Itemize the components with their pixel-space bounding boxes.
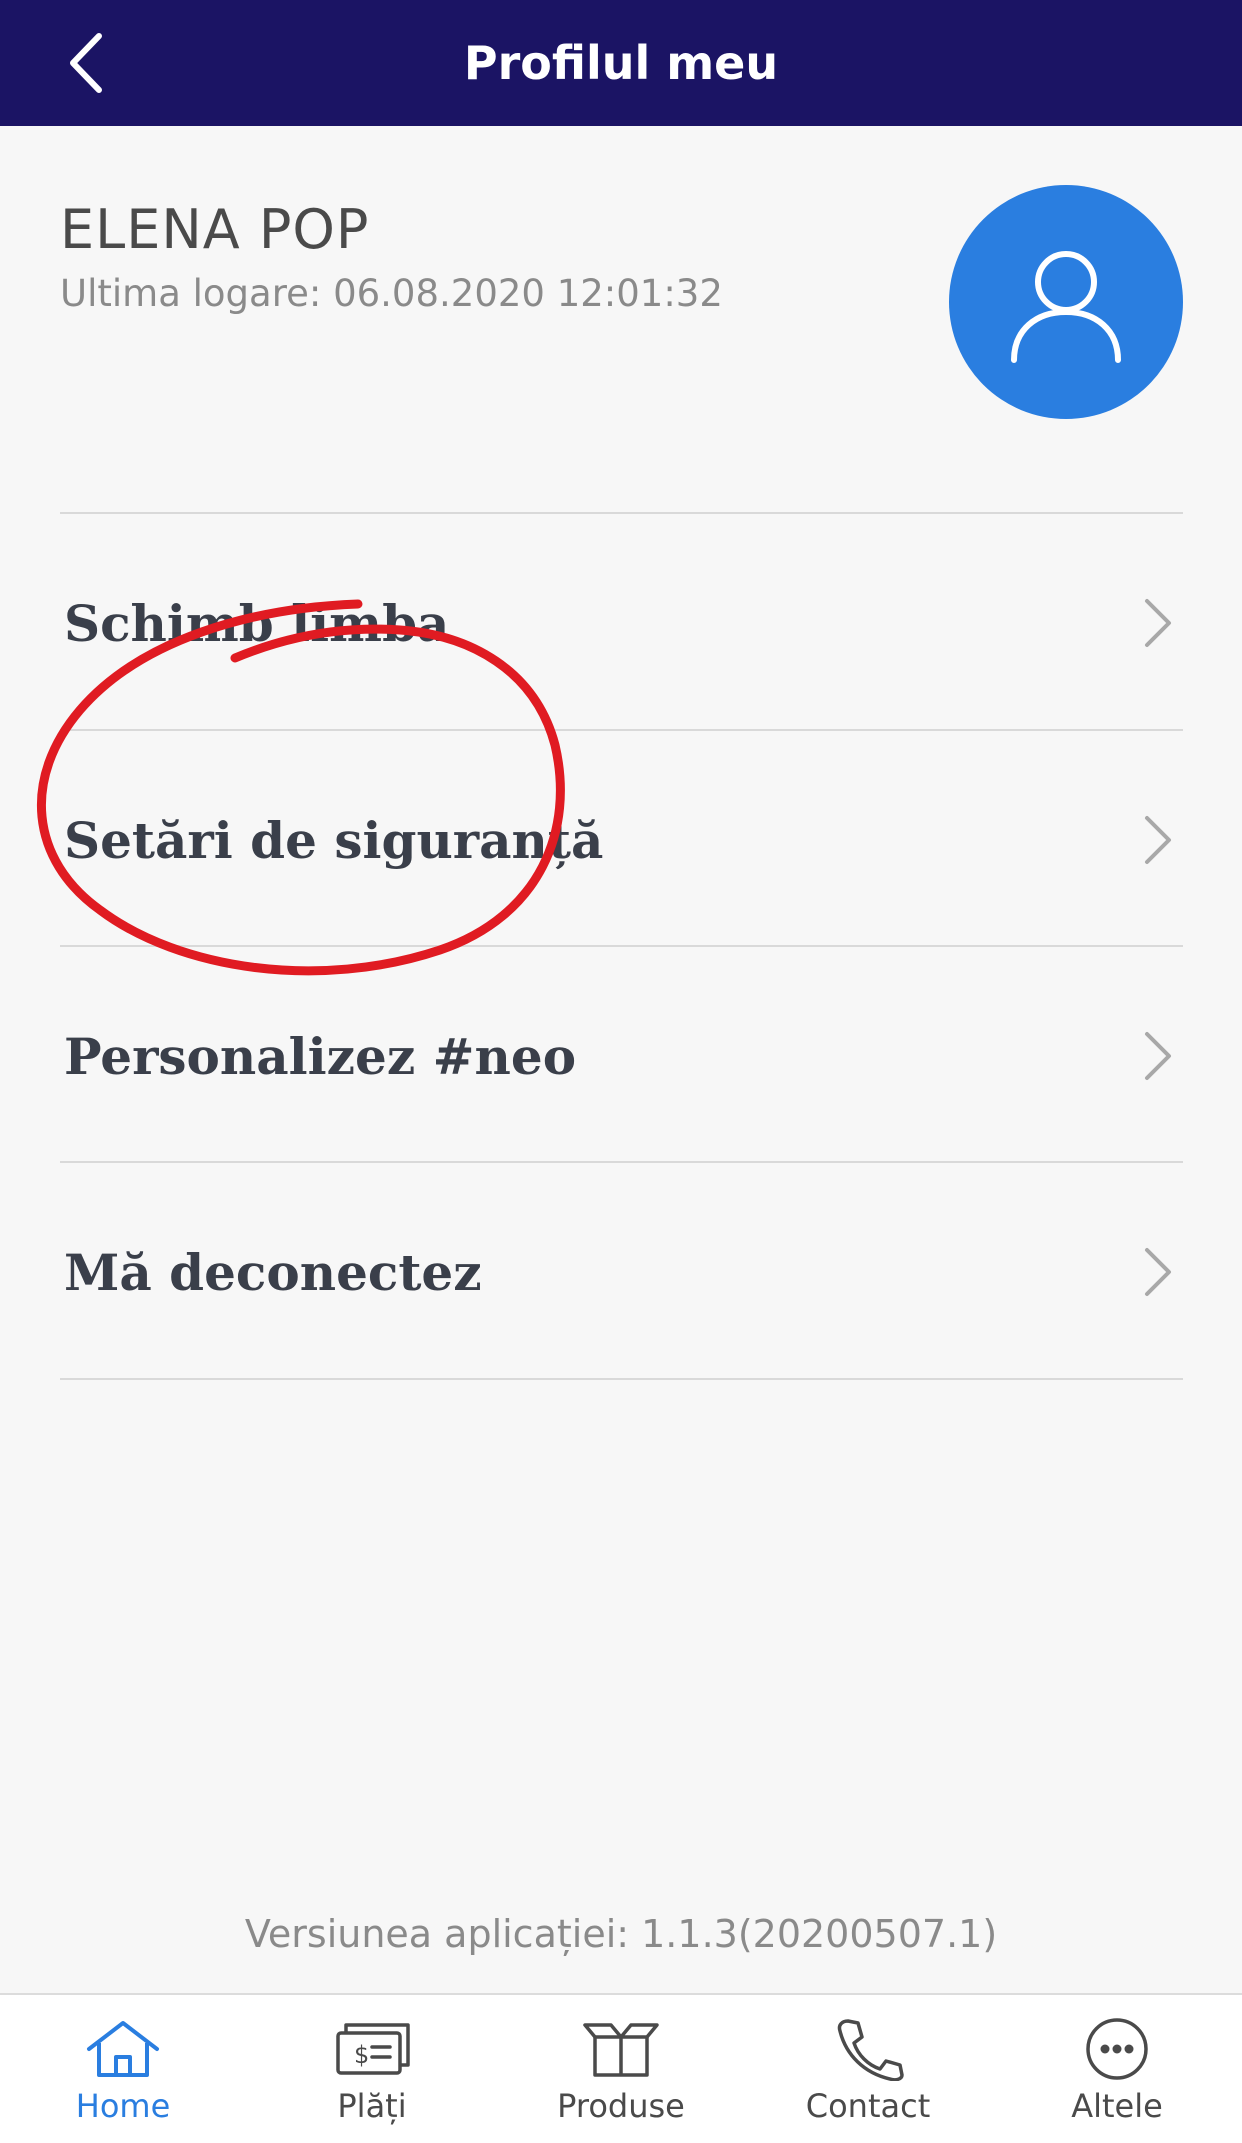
- page-title: Profilul meu: [463, 36, 779, 90]
- tab-products[interactable]: Produse: [521, 1995, 721, 2143]
- menu-item-change-language[interactable]: Schimb limba: [60, 516, 1183, 730]
- chevron-right-icon: [1145, 599, 1171, 647]
- tab-label: Contact: [805, 2087, 931, 2125]
- bottom-tab-bar: Home $ Plăți Produse Contact Altele: [0, 1993, 1242, 2143]
- menu-item-label: Personalizez #neo: [64, 1026, 577, 1086]
- chevron-right-icon: [1145, 1032, 1171, 1080]
- menu-item-personalize[interactable]: Personalizez #neo: [60, 949, 1183, 1163]
- menu-item-security-settings[interactable]: Setări de siguranță: [60, 733, 1183, 947]
- user-name: ELENA POP: [60, 198, 370, 261]
- phone-icon: [837, 2019, 904, 2081]
- tab-payments[interactable]: $ Plăți: [272, 1995, 472, 2143]
- menu-item-label: Schimb limba: [64, 593, 450, 653]
- tab-home[interactable]: Home: [23, 1995, 223, 2143]
- tab-more[interactable]: Altele: [1017, 1995, 1217, 2143]
- app-version: Versiunea aplicației: 1.1.3(20200507.1): [244, 1912, 998, 1956]
- payment-icon: $: [336, 2023, 410, 2075]
- avatar[interactable]: [949, 185, 1183, 419]
- menu-item-logout[interactable]: Mă deconectez: [60, 1165, 1183, 1379]
- tab-contact[interactable]: Contact: [768, 1995, 968, 2143]
- more-icon: [1086, 2018, 1148, 2080]
- chevron-right-icon: [1145, 1248, 1171, 1296]
- app-header: Profilul meu: [0, 0, 1242, 126]
- chevron-right-icon: [1145, 816, 1171, 864]
- menu-item-label: Setări de siguranță: [64, 810, 604, 870]
- tab-label: Produse: [557, 2087, 685, 2125]
- home-icon: [87, 2021, 159, 2077]
- tab-label: Altele: [1071, 2087, 1163, 2125]
- box-icon: [583, 2023, 659, 2077]
- user-icon: [1011, 251, 1121, 363]
- tab-label: Plăți: [337, 2087, 407, 2125]
- menu-item-label: Mă deconectez: [64, 1242, 482, 1302]
- tab-label: Home: [75, 2087, 171, 2125]
- divider: [60, 512, 1183, 514]
- last-login-text: Ultima logare: 06.08.2020 12:01:32: [60, 272, 723, 315]
- svg-text:$: $: [354, 2041, 369, 2069]
